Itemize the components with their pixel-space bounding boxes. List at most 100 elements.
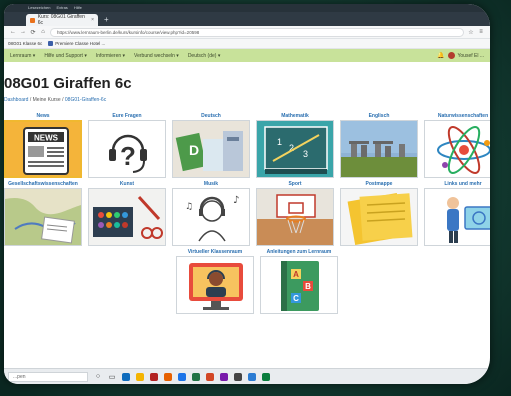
tile-music[interactable]: Musik ♪ ♫ [172, 180, 250, 246]
site-navigation: Lernraum ▾ Hilfe und Support ▾ Informier… [4, 49, 490, 62]
windows-taskbar: ...pen ○ ▭ [4, 368, 490, 384]
excel-icon[interactable] [192, 372, 200, 381]
file-explorer-icon[interactable] [136, 372, 144, 381]
tile-label: Englisch [368, 113, 390, 119]
multitask-icon[interactable]: ▭ [108, 373, 116, 381]
tile-english[interactable]: Englisch [340, 112, 418, 178]
tile-news[interactable]: News NEWS [4, 112, 82, 178]
svg-text:C: C [293, 294, 299, 303]
bookmark-label: 08G01 Klasse 6c [8, 41, 43, 46]
url-input[interactable]: https://www.lernraum-berlin.de/kurs/kurs… [50, 27, 464, 37]
bookmark-label: Premiere Classe Hotel ... [55, 41, 106, 46]
firefox-icon[interactable] [164, 372, 172, 381]
tile-label: Gesellschaftswissenschaften [8, 181, 78, 187]
tile-label: Kunst [119, 181, 135, 187]
menu-item-help[interactable]: Hilfe [74, 4, 82, 12]
home-icon[interactable]: ⌂ [40, 29, 46, 35]
breadcrumb-dashboard[interactable]: Dashboard [4, 97, 28, 103]
tile-virtual-classroom[interactable]: Virtueller Klassenraum [176, 248, 254, 314]
tile-label: Deutsch [201, 113, 221, 119]
page-title: 08G01 Giraffen 6c [4, 75, 132, 92]
menu-item-bookmarks[interactable]: Lesezeichen [28, 4, 50, 12]
tile-science[interactable]: Naturwissenschaften [424, 112, 490, 178]
bookmarks-bar: 08G01 Klasse 6c Premiere Classe Hotel ..… [4, 39, 490, 49]
reload-icon[interactable]: ⟳ [30, 29, 36, 36]
svg-text:NEWS: NEWS [34, 134, 59, 143]
tile-label: Virtueller Klassenraum [187, 249, 243, 255]
nav-switch-network[interactable]: Verbund wechseln ▾ [134, 53, 179, 59]
close-tab-icon[interactable]: × [91, 17, 94, 23]
newspaper-icon: NEWS [4, 120, 82, 178]
svg-text:♫: ♫ [185, 202, 193, 212]
laptop-screen: Lesezeichen Extras Hilfe Kurs: 08G01 Gir… [4, 4, 490, 384]
svg-text:3: 3 [303, 149, 308, 159]
tile-art[interactable]: Kunst [88, 180, 166, 246]
tile-label: Sport [288, 181, 302, 187]
breadcrumb: Dashboard / Meine Kurse / 08G01-Giraffen… [4, 97, 106, 103]
user-menu[interactable]: 🔔 Yousef El ... [437, 52, 484, 59]
bookmark-hotel[interactable]: Premiere Classe Hotel ... [48, 41, 105, 46]
acrobat-icon[interactable] [150, 372, 158, 381]
svg-text:?: ? [120, 141, 136, 171]
tile-german[interactable]: Deutsch D [172, 112, 250, 178]
stonehenge-icon [340, 120, 418, 178]
breadcrumb-separator: / [29, 97, 32, 103]
word-icon[interactable] [178, 372, 186, 381]
onenote-icon[interactable] [220, 372, 228, 381]
tile-label: Eure Fragen [112, 113, 142, 119]
tile-mailbox[interactable]: Postmappe [340, 180, 418, 246]
avatar [447, 52, 455, 59]
tile-guides[interactable]: Anleitungen zum Lernraum A B C [260, 248, 338, 314]
tile-label: Mathematik [281, 113, 309, 119]
tile-label: Links und mehr [444, 181, 482, 187]
menu-icon[interactable]: ≡ [478, 29, 484, 35]
moodle-favicon-icon [30, 17, 35, 23]
book-abc-icon: A B C [260, 256, 338, 314]
breadcrumb-course[interactable]: 08G01-Giraffen-6c [65, 97, 106, 103]
svg-text:♪: ♪ [233, 195, 239, 206]
tab-title: Kurs: 08G01 Giraffen 6c [37, 14, 85, 26]
svg-text:1: 1 [277, 137, 282, 147]
address-bar: ← → ⟳ ⌂ https://www.lernraum-berlin.de/k… [4, 26, 490, 39]
excel-2-icon[interactable] [262, 372, 270, 381]
task-view-icon[interactable]: ○ [94, 373, 102, 380]
user-name: Yousef El ... [457, 52, 485, 59]
tile-questions[interactable]: Eure Fragen ? [88, 112, 166, 178]
paint-box-icon [88, 188, 166, 246]
svg-text:D: D [189, 142, 199, 158]
map-icon [4, 188, 82, 246]
bookmark-star-icon[interactable]: ☆ [468, 29, 474, 36]
tile-label: Postmappe [365, 181, 393, 187]
powerpoint-icon[interactable] [206, 372, 214, 381]
atom-icon [424, 120, 490, 178]
question-headset-icon: ? [88, 120, 166, 178]
tab-strip: Kurs: 08G01 Giraffen 6c × + [4, 12, 490, 26]
new-tab-button[interactable]: + [101, 14, 109, 26]
tile-label: News [36, 113, 50, 119]
nav-language[interactable]: Deutsch (de) ▾ [188, 53, 221, 59]
breadcrumb-my-courses[interactable]: Meine Kurse [33, 97, 61, 103]
video-call-icon [176, 256, 254, 314]
taskbar-search-input[interactable]: ...pen [8, 371, 88, 382]
bookmark-class[interactable]: 08G01 Klasse 6c [8, 41, 42, 46]
tile-links[interactable]: Links und mehr [424, 180, 490, 246]
menu-item-extras[interactable]: Extras [56, 4, 67, 12]
tile-sport[interactable]: Sport [256, 180, 334, 246]
svg-text:A: A [293, 270, 299, 279]
browser-tab-course[interactable]: Kurs: 08G01 Giraffen 6c × [26, 14, 98, 26]
course-page: 08G01 Giraffen 6c Dashboard / Meine Kurs… [4, 62, 490, 362]
app-icon[interactable] [234, 372, 242, 381]
edge-icon[interactable] [122, 372, 130, 381]
musician-sketch-icon: ♪ ♫ [172, 188, 250, 246]
tile-social-studies[interactable]: Gesellschaftswissenschaften [4, 180, 82, 246]
back-arrow-icon[interactable]: ← [10, 29, 16, 35]
outlook-icon[interactable] [248, 372, 256, 381]
folder-icon [340, 188, 418, 246]
tile-math[interactable]: Mathematik 1 2 3 [256, 112, 334, 178]
bell-icon[interactable]: 🔔 [437, 52, 444, 59]
nav-lernraum[interactable]: Lernraum ▾ [10, 53, 35, 59]
nav-inform[interactable]: Informieren ▾ [96, 53, 125, 59]
forward-arrow-icon[interactable]: → [20, 29, 26, 35]
nav-help-support[interactable]: Hilfe und Support ▾ [44, 53, 87, 59]
web-person-icon [424, 188, 490, 246]
